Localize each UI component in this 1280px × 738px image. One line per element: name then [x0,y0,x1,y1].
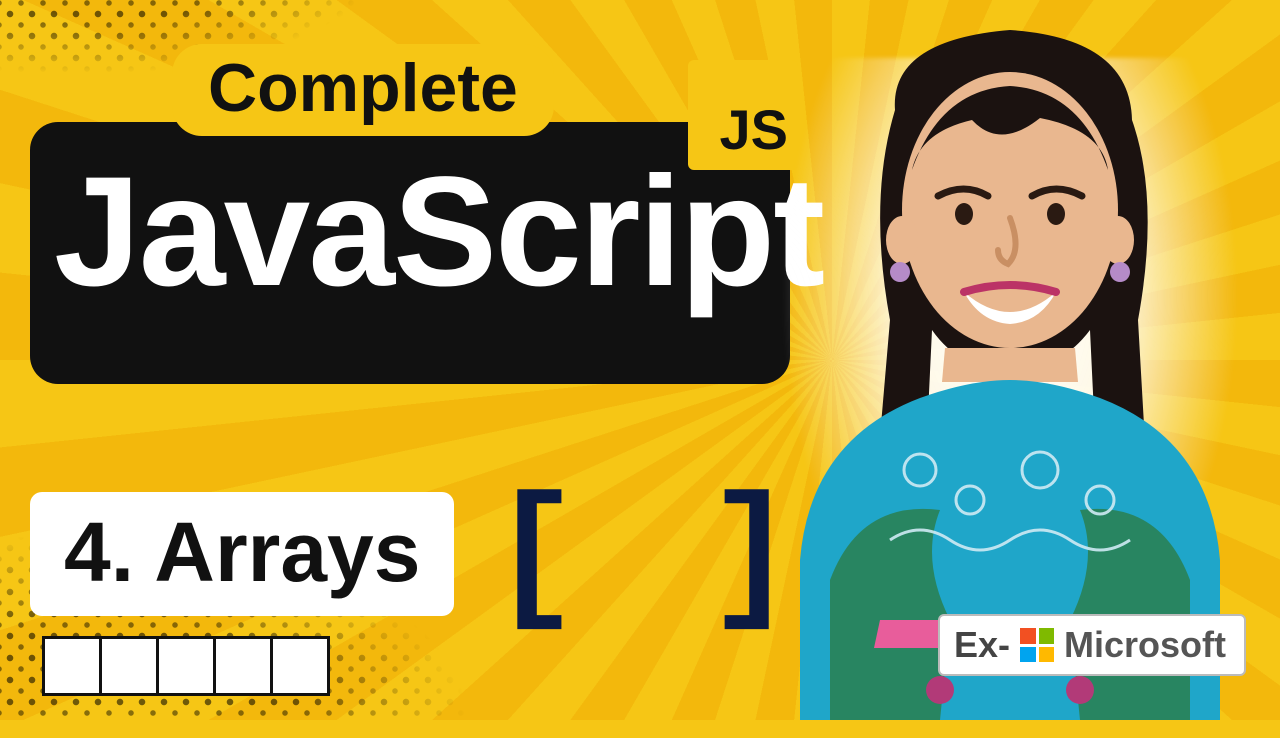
chapter-label: 4. Arrays [30,492,454,616]
credential-company: Microsoft [1064,624,1226,666]
complete-pill: Complete [172,44,554,136]
instructor-photo [740,0,1280,720]
credential-prefix: Ex- [954,624,1010,666]
array-cells-icon [42,636,330,696]
microsoft-logo-icon [1020,628,1054,662]
course-title: JavaScript [54,154,823,310]
credential-badge: Ex- Microsoft [938,614,1246,676]
